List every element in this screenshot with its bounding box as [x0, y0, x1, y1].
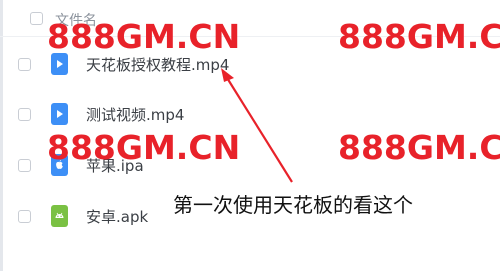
file-checkbox[interactable]	[18, 58, 31, 71]
select-all-checkbox[interactable]	[30, 12, 43, 25]
file-name[interactable]: 测试视频.mp4	[86, 104, 184, 125]
file-list: 文件名 天花板授权教程.mp4 测试视频.mp4 苹果.ipa 安卓.apk 8…	[0, 0, 500, 271]
watermark-text: 888GM.CN	[338, 17, 500, 56]
annotation-text: 第一次使用天花板的看这个	[173, 193, 413, 217]
android-app-icon	[51, 205, 68, 227]
watermark-text: 888GM.CN	[47, 17, 241, 56]
file-checkbox[interactable]	[18, 159, 31, 172]
watermark-text: 888GM.CN	[47, 128, 241, 167]
video-file-icon	[51, 53, 68, 75]
file-name[interactable]: 天花板授权教程.mp4	[86, 54, 229, 75]
video-file-icon	[51, 103, 68, 125]
file-checkbox[interactable]	[18, 108, 31, 121]
file-name[interactable]: 安卓.apk	[86, 206, 148, 227]
file-checkbox[interactable]	[18, 210, 31, 223]
watermark-text: 888GM.CN	[338, 128, 500, 167]
